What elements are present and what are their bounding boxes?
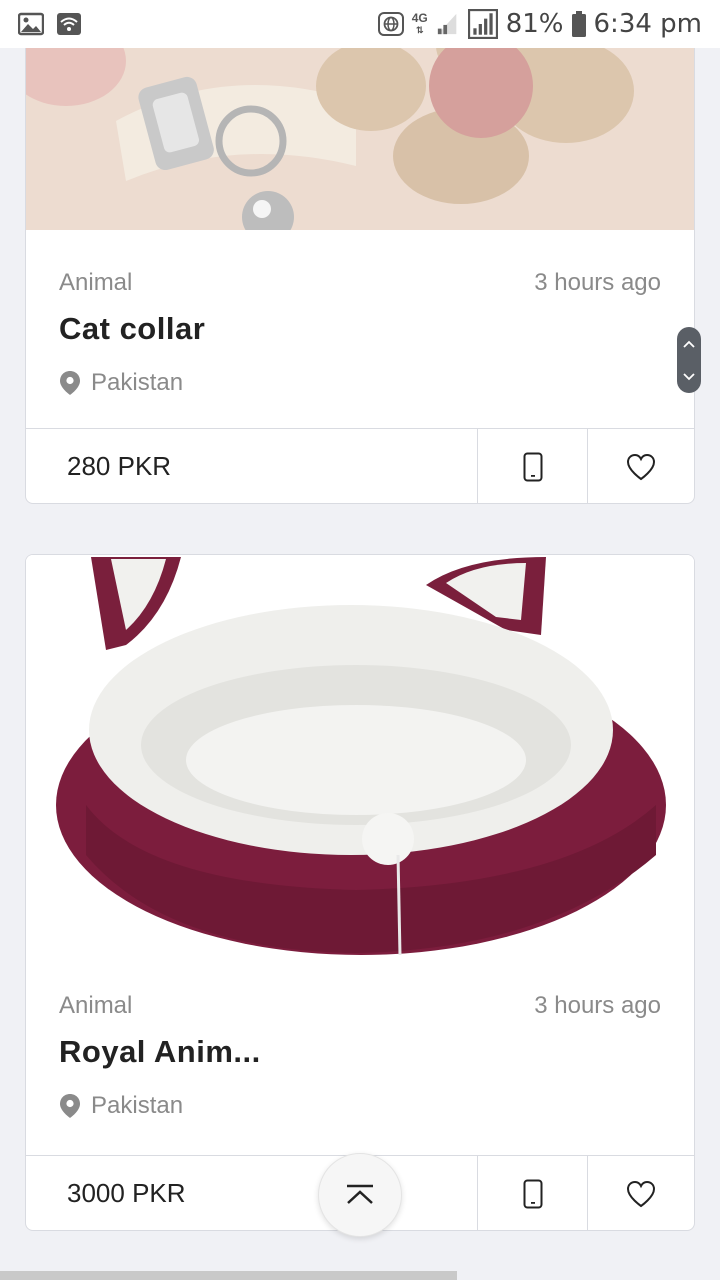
chevron-down-icon bbox=[683, 372, 695, 380]
listing-meta: Animal 3 hours ago Royal Anim... Pakista… bbox=[59, 992, 661, 1120]
heart-icon bbox=[626, 453, 656, 480]
battery-icon bbox=[571, 11, 586, 37]
clock: 6:34 pm bbox=[593, 9, 702, 39]
listing-title[interactable]: Cat collar bbox=[59, 311, 661, 347]
listing-time: 3 hours ago bbox=[534, 269, 661, 296]
call-button[interactable] bbox=[478, 1156, 588, 1230]
map-pin-icon bbox=[60, 1094, 80, 1118]
listing-title[interactable]: Royal Anim... bbox=[59, 1034, 661, 1070]
image-icon bbox=[18, 12, 44, 36]
status-bar: 4G ⇅ 81% 6:34 pm bbox=[0, 0, 720, 48]
favorite-button[interactable] bbox=[588, 1156, 694, 1230]
listing-card[interactable]: Animal 3 hours ago Cat collar Pakistan 2… bbox=[25, 0, 695, 504]
listing-location: Pakistan bbox=[91, 369, 184, 396]
battery-percent: 81% bbox=[505, 9, 564, 39]
pet-bed-photo bbox=[26, 555, 694, 955]
phone-icon bbox=[523, 1179, 542, 1208]
network-type: 4G ⇅ bbox=[411, 11, 428, 35]
signal-icon bbox=[437, 13, 457, 35]
listing-location: Pakistan bbox=[91, 1092, 184, 1119]
wifi-icon bbox=[57, 13, 81, 35]
heart-icon bbox=[626, 1180, 656, 1207]
listing-card[interactable]: Animal 3 hours ago Royal Anim... Pakista… bbox=[25, 554, 695, 1231]
horizontal-scrollbar bbox=[0, 1271, 457, 1280]
listing-time: 3 hours ago bbox=[534, 992, 661, 1019]
favorite-button[interactable] bbox=[588, 429, 694, 503]
listing-price: 280 PKR bbox=[26, 429, 478, 503]
globe-icon bbox=[377, 12, 404, 36]
call-button[interactable] bbox=[478, 429, 588, 503]
listing-meta: Animal 3 hours ago Cat collar Pakistan bbox=[59, 269, 661, 397]
listing-price: 3000 PKR bbox=[26, 1156, 478, 1230]
back-to-top-button[interactable] bbox=[318, 1153, 402, 1237]
phone-icon bbox=[523, 452, 542, 481]
chevron-up-icon bbox=[347, 1184, 373, 1204]
listing-actions: 280 PKR bbox=[26, 428, 694, 503]
signal-icon bbox=[467, 9, 498, 39]
listing-category: Animal bbox=[59, 269, 133, 296]
listing-image[interactable] bbox=[26, 555, 694, 955]
map-pin-icon bbox=[60, 371, 80, 395]
fast-scroll-handle[interactable] bbox=[677, 327, 701, 393]
chevron-up-icon bbox=[683, 340, 695, 348]
listing-category: Animal bbox=[59, 992, 133, 1019]
